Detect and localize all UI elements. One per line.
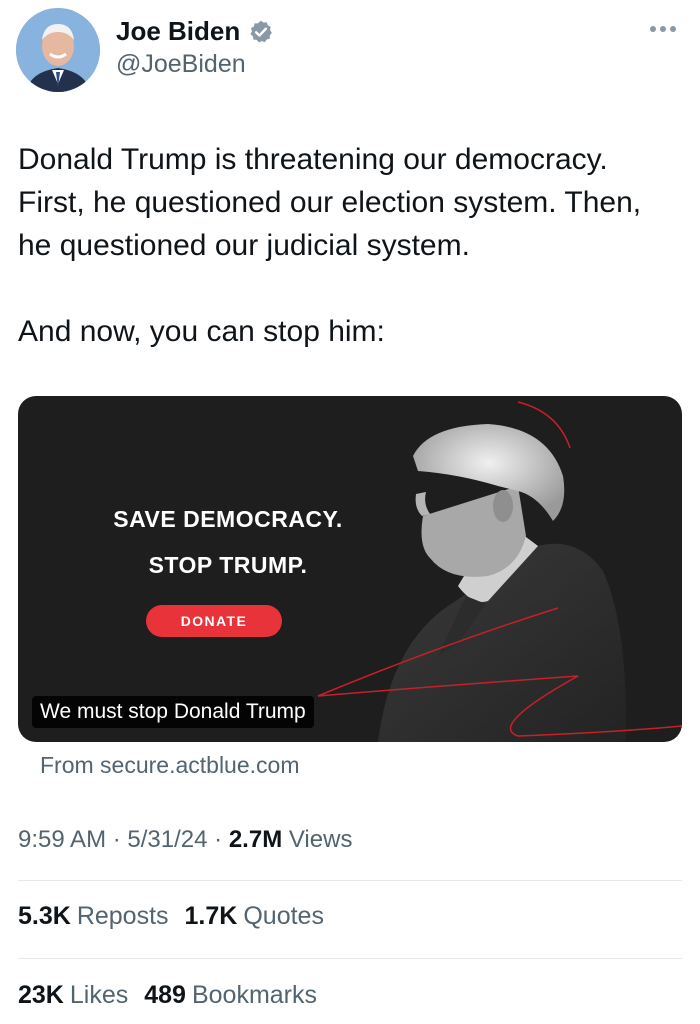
donate-button[interactable]: DONATE <box>146 605 282 637</box>
meta-separator: · <box>112 826 128 853</box>
verified-badge-icon <box>250 20 273 42</box>
stats-row-1: 5.3K Reposts 1.7K Quotes <box>18 902 324 931</box>
divider <box>18 958 682 959</box>
author-handle[interactable]: @JoeBiden <box>116 50 246 79</box>
likes-count: 23K <box>18 981 64 1009</box>
stats-row-2: 23K Likes 489 Bookmarks <box>18 981 317 1010</box>
views-count: 2.7M <box>228 826 283 853</box>
bookmarks-stat[interactable]: 489 Bookmarks <box>144 981 317 1010</box>
quotes-stat[interactable]: 1.7K Quotes <box>185 902 324 931</box>
bookmarks-count: 489 <box>144 981 186 1009</box>
divider <box>18 880 682 881</box>
bookmarks-label: Bookmarks <box>191 981 318 1009</box>
more-dot <box>660 26 666 32</box>
card-caption: We must stop Donald Trump <box>32 696 314 728</box>
tweet-date[interactable]: 5/31/24 <box>127 826 207 853</box>
quotes-label: Quotes <box>243 902 324 930</box>
meta-separator: · <box>214 826 229 853</box>
views-label: Views <box>288 826 353 853</box>
likes-label: Likes <box>69 981 129 1009</box>
card-headline-2: STOP TRUMP. <box>148 552 308 578</box>
author-row: Joe Biden <box>116 16 274 47</box>
more-dot <box>670 26 676 32</box>
reposts-count: 5.3K <box>18 902 71 930</box>
tweet-text: Donald Trump is threatening our democrac… <box>18 143 642 348</box>
tweet-time[interactable]: 9:59 AM <box>18 826 106 853</box>
reposts-label: Reposts <box>76 902 169 930</box>
author-name[interactable]: Joe Biden <box>116 16 240 47</box>
card-headline-1: SAVE DEMOCRACY. <box>113 506 343 532</box>
more-dot <box>650 26 656 32</box>
avatar-image <box>16 8 100 92</box>
more-options-icon[interactable] <box>650 26 676 32</box>
link-card[interactable]: SAVE DEMOCRACY. STOP TRUMP. DONATE We mu… <box>18 396 682 742</box>
tweet-meta: 9:59 AM · 5/31/24 · 2.7M Views <box>18 826 352 854</box>
quotes-count: 1.7K <box>184 902 238 930</box>
avatar[interactable] <box>16 8 100 92</box>
card-source-link[interactable]: From secure.actblue.com <box>40 752 299 779</box>
reposts-stat[interactable]: 5.3K Reposts <box>18 902 169 931</box>
likes-stat[interactable]: 23K Likes <box>18 981 128 1010</box>
